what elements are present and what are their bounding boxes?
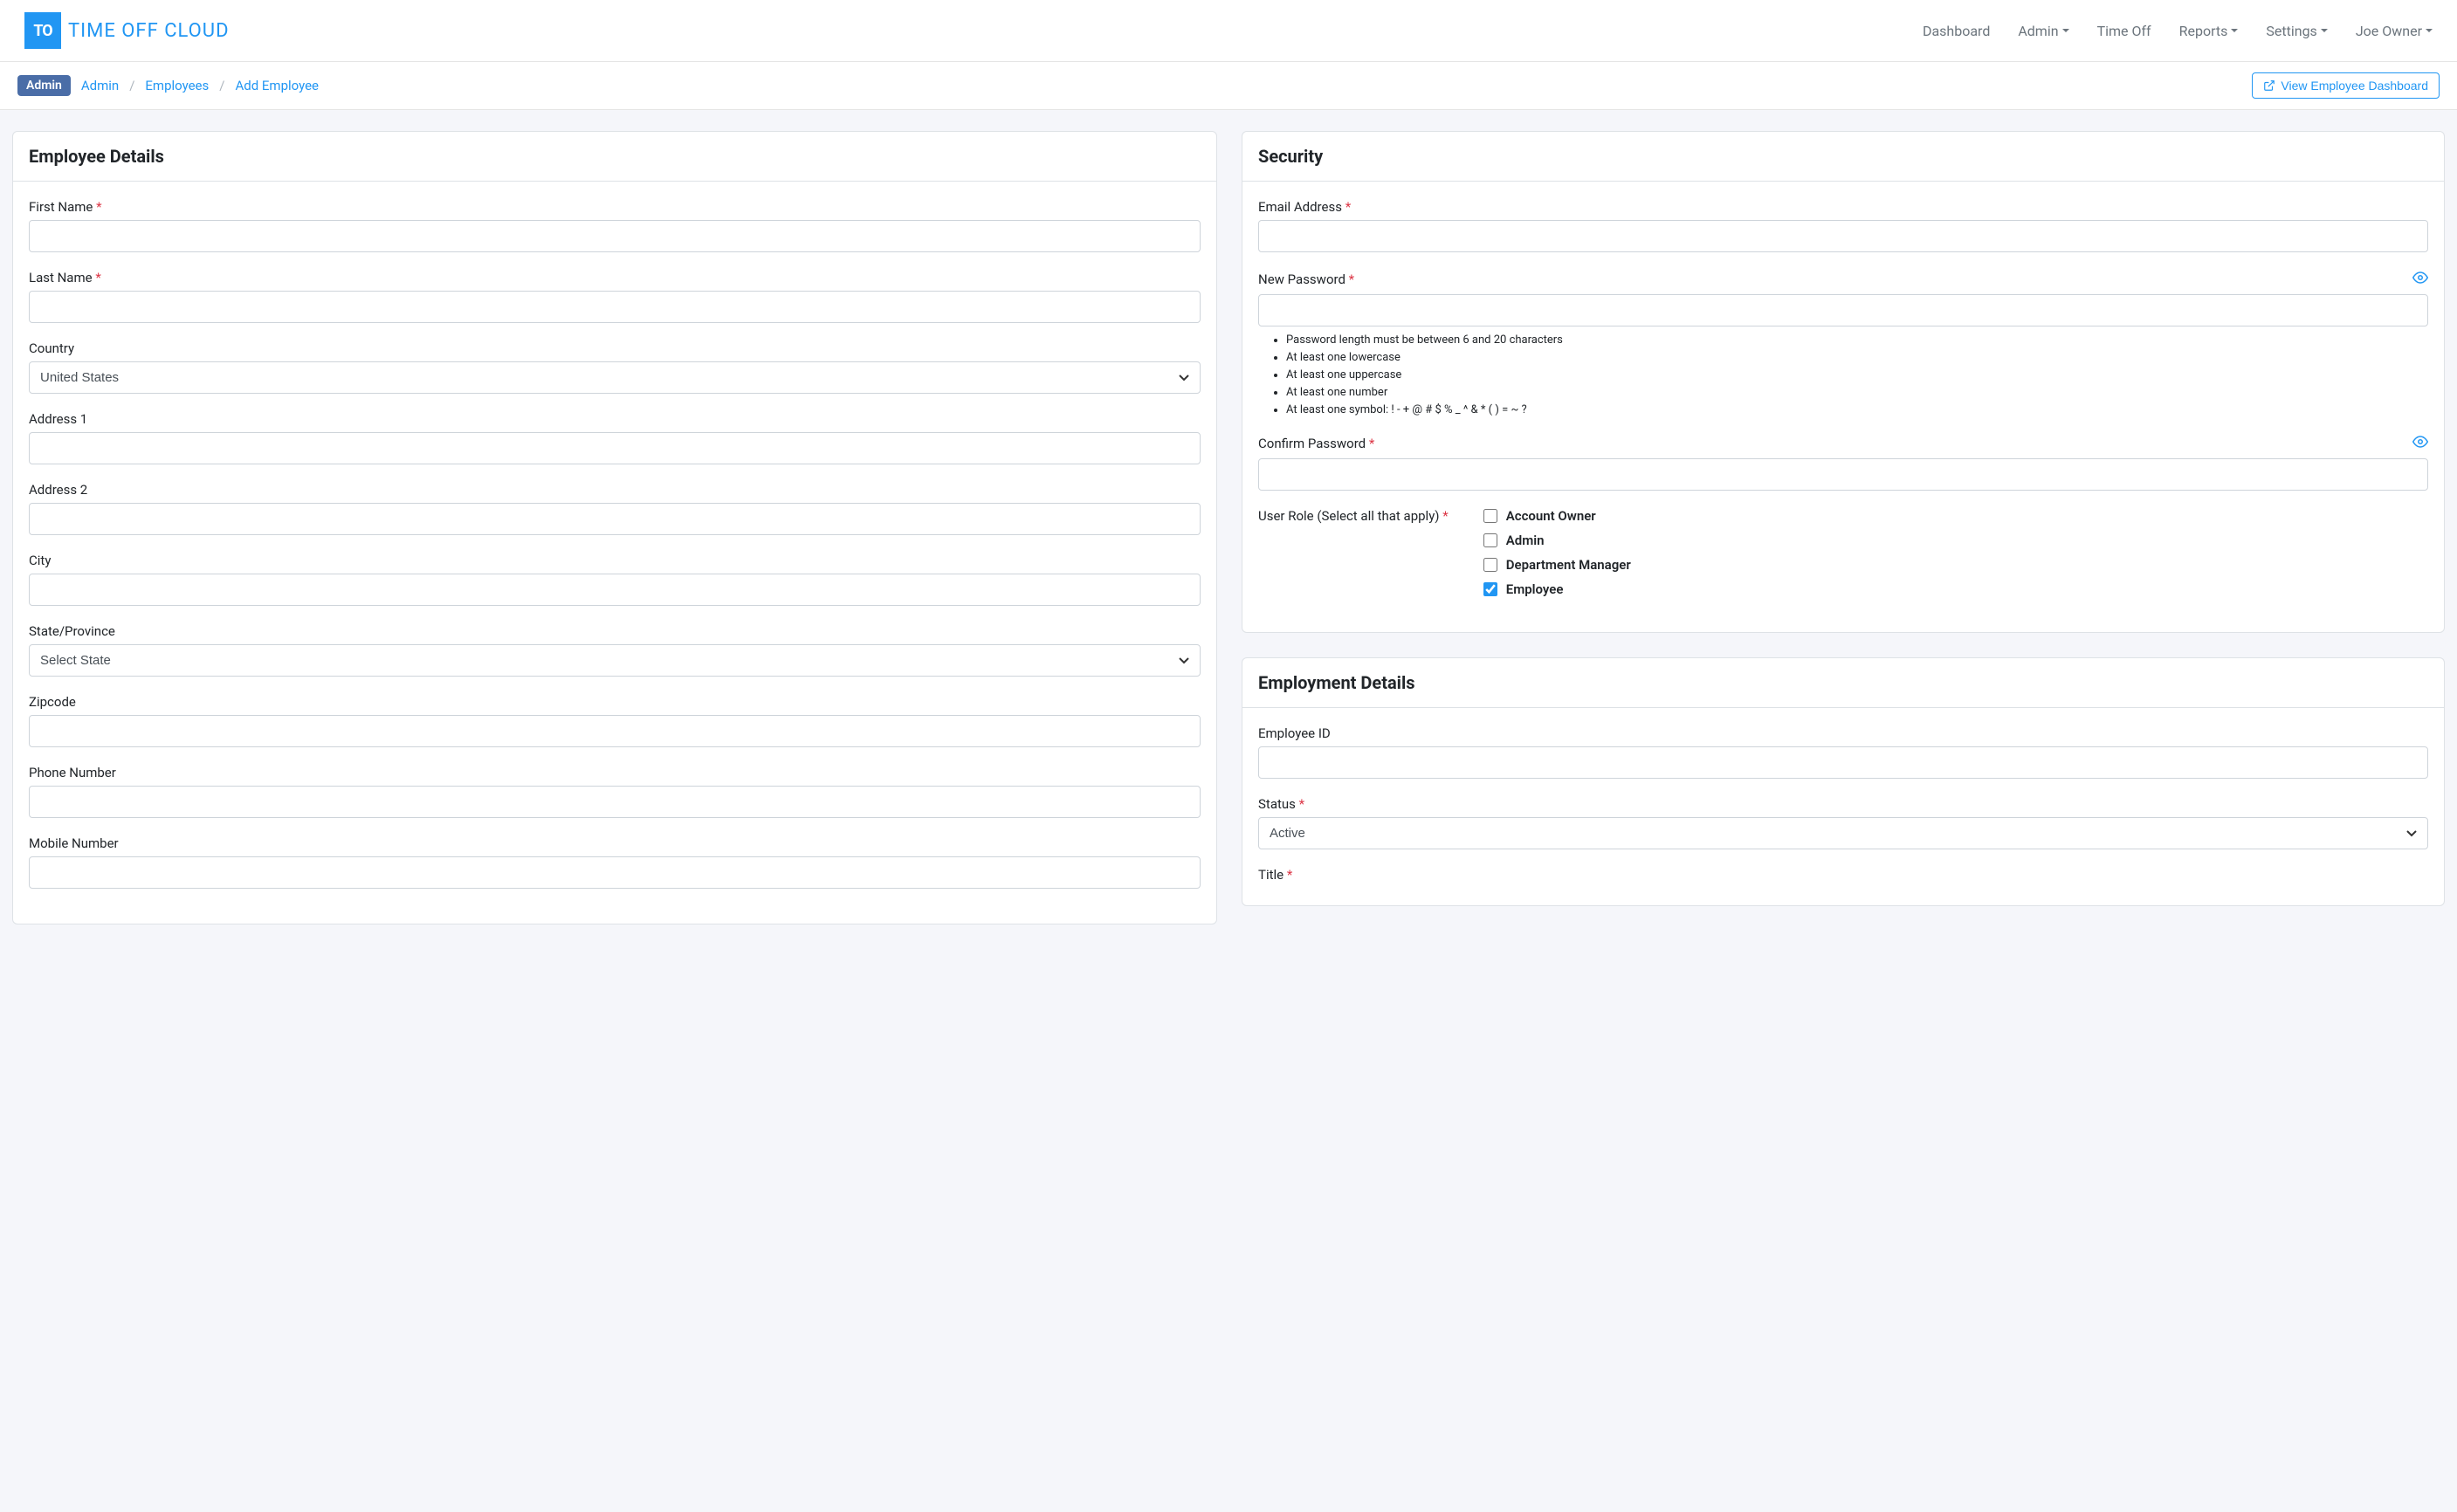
password-hint: At least one uppercase [1286,368,2428,381]
security-panel: Security Email Address * New Password * [1242,131,2445,633]
role-account-owner-row: Account Owner [1483,508,1631,524]
address2-label: Address 2 [29,482,1201,498]
panel-title: Employment Details [1258,672,2428,693]
panel-header: Employment Details [1242,658,2444,708]
role-admin-row: Admin [1483,533,1631,548]
state-select[interactable]: Select State [29,644,1201,677]
logo-text: TIME OFF CLOUD [68,20,230,42]
email-label: Email Address * [1258,199,2428,215]
password-hint: At least one number [1286,386,2428,399]
content-area: Employee Details First Name * Last Name … [0,110,2457,945]
breadcrumb-separator: / [219,78,224,93]
phone-label: Phone Number [29,765,1201,780]
eye-icon[interactable] [2412,434,2428,453]
nav-admin-label: Admin [2018,23,2058,39]
breadcrumb: Admin Admin / Employees / Add Employee [17,75,319,96]
phone-input[interactable] [29,786,1201,818]
panel-header: Security [1242,132,2444,182]
nav-settings-label: Settings [2266,23,2316,39]
employee-id-label: Employee ID [1258,725,2428,741]
breadcrumb-add-employee-link[interactable]: Add Employee [235,78,319,93]
state-label: State/Province [29,623,1201,639]
panel-body: First Name * Last Name * Country United … [13,182,1216,924]
nav-user-label: Joe Owner [2356,23,2422,39]
breadcrumb-bar: Admin Admin / Employees / Add Employee V… [0,62,2457,110]
password-hint: Password length must be between 6 and 20… [1286,333,2428,347]
role-dept-manager-row: Department Manager [1483,557,1631,573]
user-role-section: User Role (Select all that apply) * Acco… [1258,508,2428,597]
first-name-input[interactable] [29,220,1201,252]
password-hint: At least one lowercase [1286,351,2428,364]
zipcode-label: Zipcode [29,694,1201,710]
nav-admin[interactable]: Admin [2018,23,2068,39]
view-dashboard-label: View Employee Dashboard [2281,79,2428,93]
employee-id-input[interactable] [1258,746,2428,779]
confirm-password-label: Confirm Password * [1258,436,1374,451]
view-employee-dashboard-button[interactable]: View Employee Dashboard [2252,72,2440,99]
panel-body: Email Address * New Password * Password … [1242,182,2444,632]
caret-down-icon [2426,29,2433,32]
user-role-label: User Role (Select all that apply) * [1258,508,1449,524]
caret-down-icon [2062,29,2069,32]
new-password-input[interactable] [1258,294,2428,326]
main-nav: Dashboard Admin Time Off Reports Setting… [1923,23,2433,39]
logo-icon: TO [24,12,61,49]
last-name-input[interactable] [29,291,1201,323]
country-select[interactable]: United States [29,361,1201,394]
external-link-icon [2263,79,2275,92]
address1-input[interactable] [29,432,1201,464]
role-account-owner-checkbox[interactable] [1483,509,1497,523]
last-name-label: Last Name * [29,270,1201,285]
nav-timeoff[interactable]: Time Off [2097,23,2151,39]
role-admin-label: Admin [1506,533,1545,548]
nav-settings[interactable]: Settings [2266,23,2327,39]
breadcrumb-badge: Admin [17,75,71,96]
role-admin-checkbox[interactable] [1483,533,1497,547]
nav-reports[interactable]: Reports [2179,23,2239,39]
eye-icon[interactable] [2412,270,2428,289]
email-input[interactable] [1258,220,2428,252]
city-label: City [29,553,1201,568]
caret-down-icon [2231,29,2238,32]
city-input[interactable] [29,574,1201,606]
panel-title: Employee Details [29,146,1201,167]
mobile-label: Mobile Number [29,835,1201,851]
role-account-owner-label: Account Owner [1506,508,1596,524]
nav-dashboard[interactable]: Dashboard [1923,23,1990,39]
breadcrumb-employees-link[interactable]: Employees [145,78,209,93]
password-hint: At least one symbol: ! - + @ # $ % _ ^ &… [1286,403,2428,416]
address1-label: Address 1 [29,411,1201,427]
right-column: Security Email Address * New Password * [1242,131,2445,906]
nav-timeoff-label: Time Off [2097,23,2151,39]
breadcrumb-admin-link[interactable]: Admin [81,78,119,93]
caret-down-icon [2321,29,2328,32]
nav-user-menu[interactable]: Joe Owner [2356,23,2433,39]
zipcode-input[interactable] [29,715,1201,747]
app-header: TO TIME OFF CLOUD Dashboard Admin Time O… [0,0,2457,62]
app-logo[interactable]: TO TIME OFF CLOUD [24,12,230,49]
role-employee-checkbox[interactable] [1483,582,1497,596]
nav-reports-label: Reports [2179,23,2228,39]
employee-details-panel: Employee Details First Name * Last Name … [12,131,1217,924]
role-employee-label: Employee [1506,581,1564,597]
country-label: Country [29,340,1201,356]
status-label: Status * [1258,796,2428,812]
new-password-label: New Password * [1258,271,1354,287]
mobile-input[interactable] [29,856,1201,889]
password-hints: Password length must be between 6 and 20… [1258,333,2428,416]
address2-input[interactable] [29,503,1201,535]
title-label: Title * [1258,867,2428,883]
nav-dashboard-label: Dashboard [1923,23,1990,39]
panel-header: Employee Details [13,132,1216,182]
first-name-label: First Name * [29,199,1201,215]
status-select[interactable]: Active [1258,817,2428,849]
confirm-password-input[interactable] [1258,458,2428,491]
panel-title: Security [1258,146,2428,167]
role-dept-manager-label: Department Manager [1506,557,1631,573]
breadcrumb-separator: / [129,78,134,93]
role-employee-row: Employee [1483,581,1631,597]
role-dept-manager-checkbox[interactable] [1483,558,1497,572]
employment-details-panel: Employment Details Employee ID Status * … [1242,657,2445,906]
panel-body: Employee ID Status * Active Title * [1242,708,2444,905]
